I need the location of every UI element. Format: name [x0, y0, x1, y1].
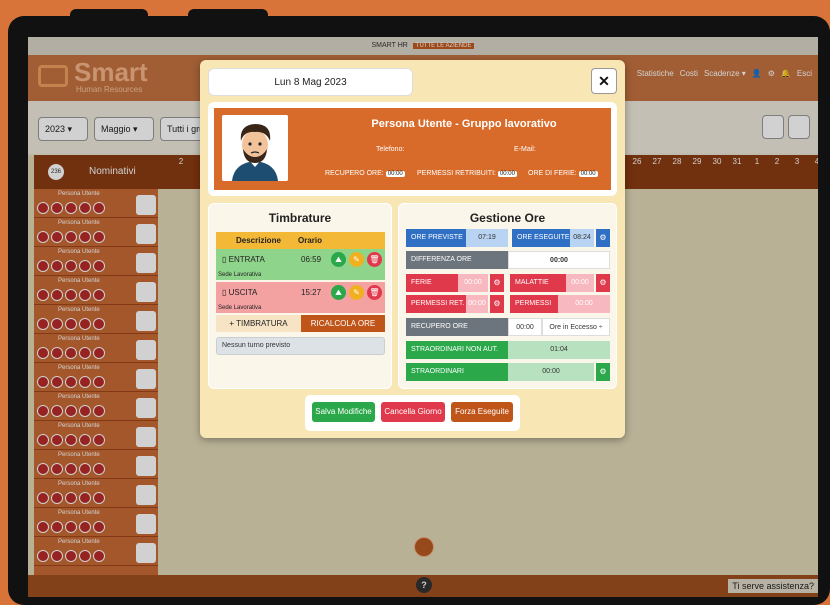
ore-eseguite-label: ORE ESEGUITE	[512, 229, 570, 247]
uscita-type: USCITA	[228, 288, 258, 297]
ore-previste-value[interactable]: 07:19	[466, 229, 508, 247]
permessi-stat: PERMESSI RETRIBUITI: 00:00	[417, 170, 517, 177]
gear-icon[interactable]: ⚙	[596, 363, 610, 381]
ore-previste-label: ORE PREVISTE	[406, 229, 466, 247]
timbrature-buttons: + TIMBRATURA RICALCOLA ORE	[216, 315, 385, 332]
recupero-label: RECUPERO ORE	[406, 318, 508, 336]
ore-eseguite-value[interactable]: 08:24	[570, 229, 594, 247]
recupero-stat-value: 00:00	[385, 171, 405, 177]
timbrature-panel: Timbrature Descrizione Orario ▯ ENTRATA …	[208, 203, 392, 389]
recupero-value[interactable]: 00:00	[508, 318, 542, 336]
plus-icon: +	[229, 319, 235, 328]
ferie-stat: ORE DI FERIE: 00:00	[528, 170, 598, 177]
recupero-stat-label: RECUPERO ORE:	[325, 170, 384, 177]
map-icon[interactable]: ⛰	[331, 252, 346, 267]
permessi-stat-label: PERMESSI RETRIBUITI:	[417, 170, 496, 177]
gear-icon[interactable]: ⚙	[596, 229, 610, 247]
gestione-ore-panel: Gestione Ore ORE PREVISTE 07:19 ORE ESEG…	[398, 203, 617, 389]
timbratura-uscita: ▯ USCITA 15:27 ⛰ ✎ 🗑	[216, 282, 385, 304]
differenza-label: DIFFERENZA ORE	[406, 251, 508, 269]
gear-icon[interactable]: ⚙	[596, 274, 610, 292]
entrata-sede: Sede Lavorativa	[216, 271, 385, 280]
edit-icon[interactable]: ✎	[349, 285, 364, 300]
ricalcola-button[interactable]: RICALCOLA ORE	[301, 315, 385, 332]
email-label: E-Mail:	[514, 146, 536, 153]
gear-icon[interactable]: ⚙	[490, 295, 504, 313]
delete-icon[interactable]: 🗑	[367, 252, 382, 267]
gestione-title: Gestione Ore	[469, 211, 546, 225]
no-shift-notice: Nessun turno previsto	[216, 337, 385, 355]
recupero-stat: RECUPERO ORE: 00:00	[325, 170, 405, 177]
straord-label: STRAORDINARI	[406, 363, 508, 381]
map-icon[interactable]: ⛰	[331, 285, 346, 300]
ferie-label: FERIE	[406, 274, 458, 292]
close-button[interactable]: ✕	[591, 68, 617, 94]
uscita-label: ▯ USCITA	[222, 288, 257, 297]
straord-value[interactable]: 00:00	[508, 363, 594, 381]
force-button[interactable]: Forza Eseguite	[451, 402, 513, 422]
add-timbratura-button[interactable]: + TIMBRATURA	[216, 315, 301, 332]
straord-non-aut-label: STRAORDINARI NON AUT.	[406, 341, 508, 359]
entrata-label: ▯ ENTRATA	[222, 255, 265, 264]
malattie-label: MALATTIE	[510, 274, 566, 292]
col-orario: Orario	[298, 236, 323, 245]
permessi-value[interactable]: 00:00	[558, 295, 610, 313]
ferie-stat-label: ORE DI FERIE:	[528, 170, 577, 177]
ferie-stat-value: 00:00	[578, 171, 598, 177]
user-card-inner: Persona Utente - Gruppo lavorativo Telef…	[214, 108, 611, 190]
uscita-sede: Sede Lavorativa	[216, 304, 385, 313]
entrata-type: ENTRATA	[228, 255, 265, 264]
modal-date: Lun 8 Mag 2023	[208, 68, 413, 96]
modal-footer: Salva Modifiche Cancella Giorno Forza Es…	[305, 395, 520, 431]
phone-icon: ▯	[222, 288, 227, 297]
phone-icon: ▯	[222, 255, 227, 264]
recupero-select[interactable]: Ore in Eccesso ÷	[542, 318, 610, 336]
ferie-value[interactable]: 00:00	[458, 274, 488, 292]
user-card: Persona Utente - Gruppo lavorativo Telef…	[208, 102, 617, 196]
save-button[interactable]: Salva Modifiche	[312, 402, 375, 422]
timbrature-header: Descrizione Orario	[216, 232, 385, 249]
timbratura-entrata: ▯ ENTRATA 06:59 ⛰ ✎ 🗑	[216, 249, 385, 271]
user-name: Persona Utente - Gruppo lavorativo	[371, 118, 557, 130]
gear-icon[interactable]: ⚙	[490, 274, 504, 292]
malattie-value[interactable]: 00:00	[566, 274, 594, 292]
permessi-ret-label: PERMESSI RET.	[406, 295, 466, 313]
permessi-label: PERMESSI	[510, 295, 558, 313]
timbrature-title: Timbrature	[268, 211, 332, 225]
phone-label: Telefono:	[376, 146, 405, 153]
avatar	[222, 115, 288, 181]
differenza-value: 00:00	[508, 251, 610, 269]
cancel-day-button[interactable]: Cancella Giorno	[381, 402, 445, 422]
straord-non-aut-value: 01:04	[508, 341, 610, 359]
entrata-time: 06:59	[301, 255, 322, 264]
add-timbratura-label: TIMBRATURA	[236, 319, 288, 328]
uscita-time: 15:27	[301, 288, 322, 297]
permessi-ret-value[interactable]: 00:00	[466, 295, 488, 313]
delete-icon[interactable]: 🗑	[367, 285, 382, 300]
day-detail-modal: Lun 8 Mag 2023 ✕ Persona Utente - Gruppo…	[200, 60, 625, 438]
permessi-stat-value: 00:00	[497, 171, 517, 177]
edit-icon[interactable]: ✎	[349, 252, 364, 267]
col-descrizione: Descrizione	[236, 236, 281, 245]
